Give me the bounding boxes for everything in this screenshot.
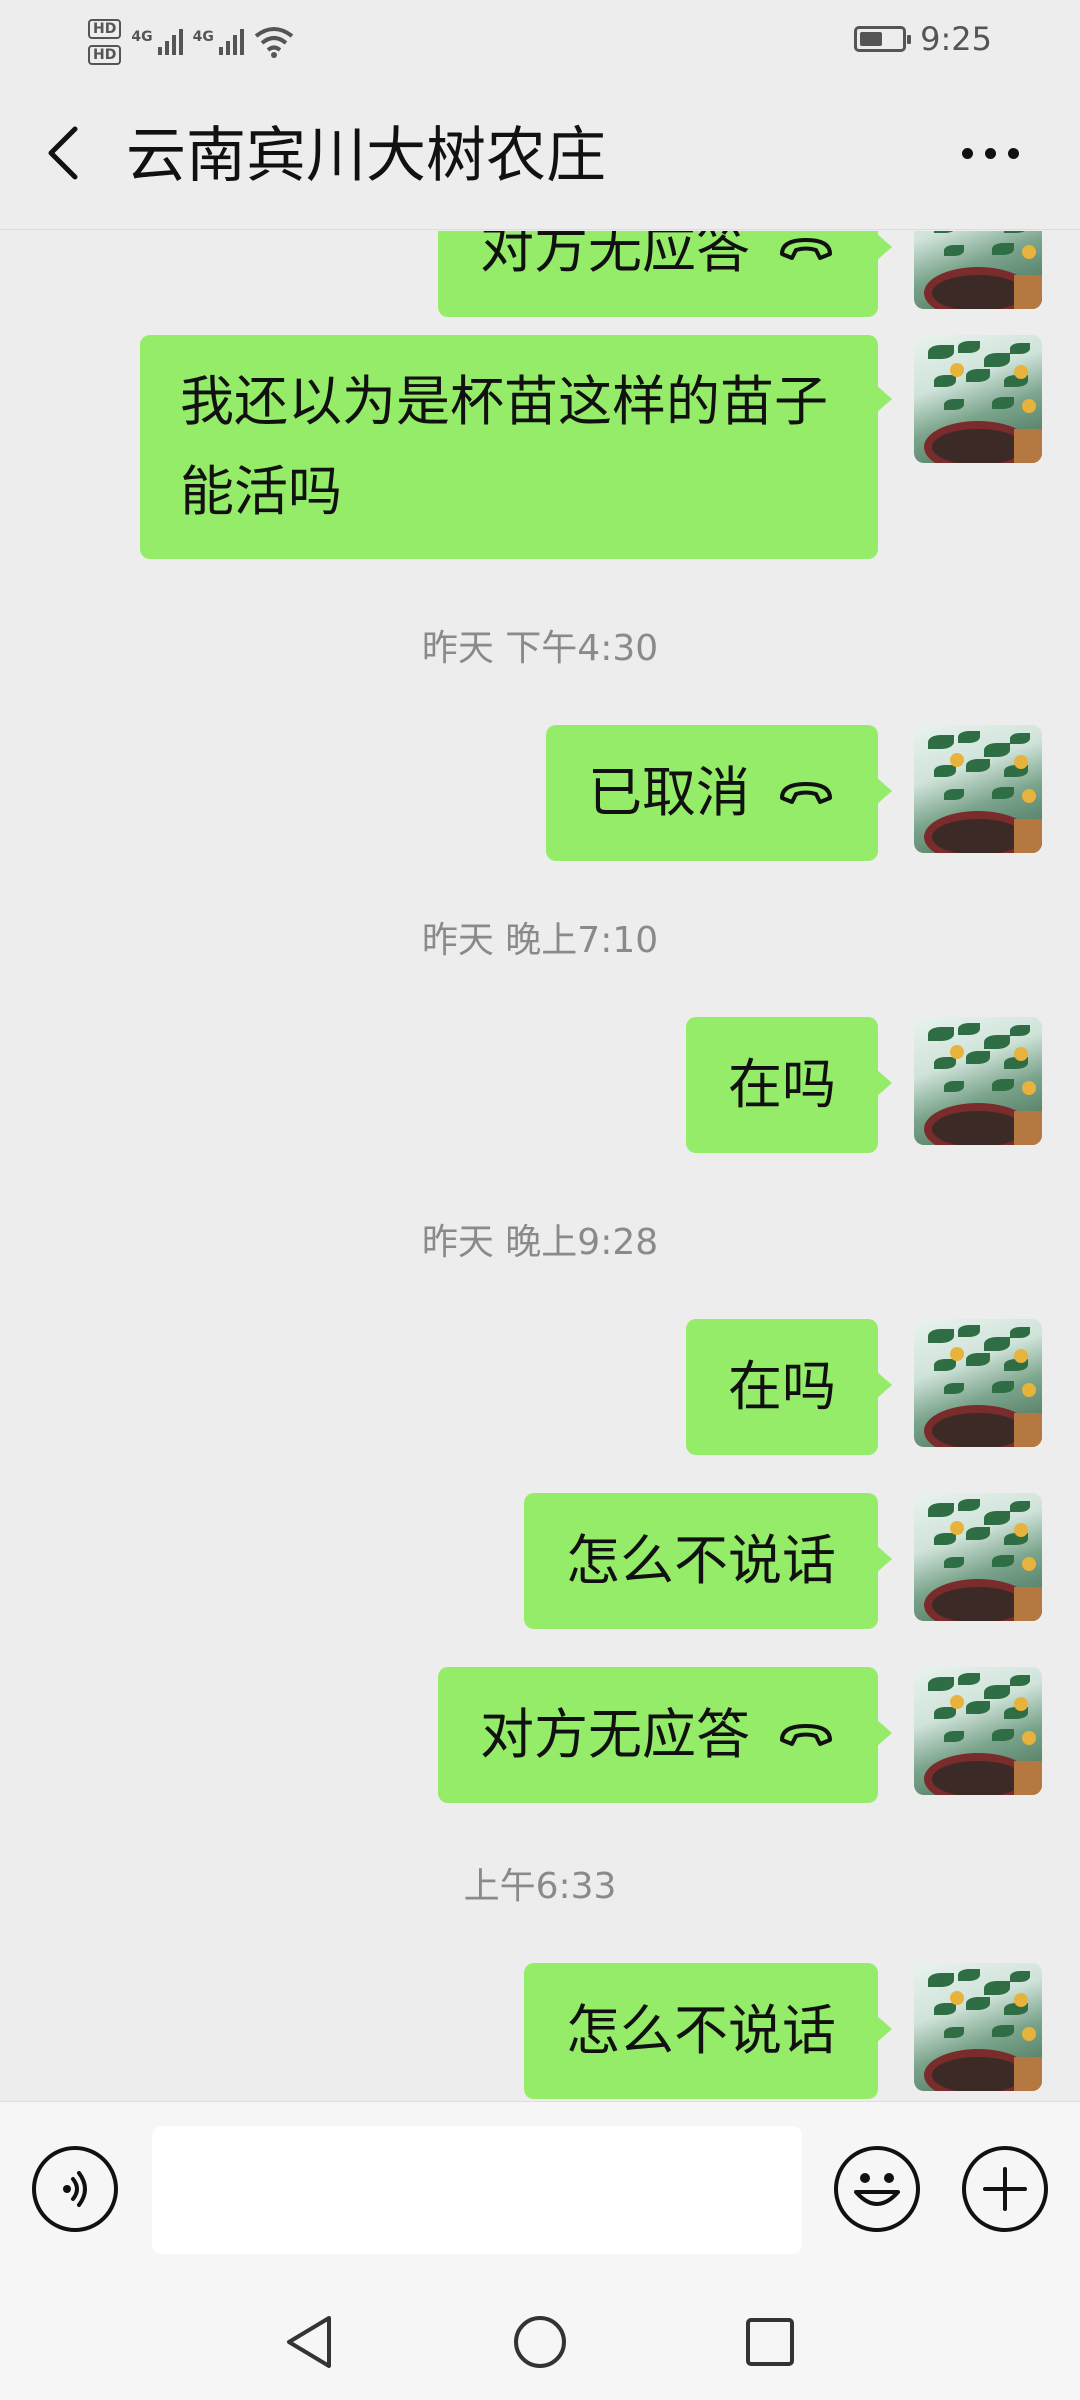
- network-type-1: 4G: [131, 29, 153, 45]
- message-text: 我还以为是杯苗这样的苗子能活吗: [180, 370, 828, 523]
- message-text: 对方无应答: [480, 1703, 750, 1766]
- message-bubble[interactable]: 已取消: [546, 725, 892, 861]
- phone-hangup-icon: [780, 1724, 832, 1747]
- chevron-left-icon: [48, 126, 78, 180]
- avatar[interactable]: [914, 1667, 1042, 1795]
- avatar[interactable]: [914, 335, 1042, 463]
- message-row: 对方无应答: [438, 1667, 1042, 1803]
- message-row: 对方无应答: [438, 231, 1042, 317]
- message-list[interactable]: 对方无应答 我还以为是杯苗这样的苗子能活吗 昨天 下午4:30 已取消 昨天 晚…: [0, 231, 1080, 2101]
- wifi-icon: [254, 27, 294, 58]
- hd-badge-1: HD: [88, 19, 122, 39]
- message-bubble[interactable]: 对方无应答: [438, 231, 892, 317]
- hd-badge-2: HD: [88, 45, 122, 65]
- message-row: 怎么不说话: [524, 1493, 1042, 1629]
- timestamp: 上午6:33: [463, 1866, 617, 1907]
- square-recents-icon: [746, 2318, 794, 2366]
- system-nav-bar: [0, 2283, 1080, 2400]
- plus-button[interactable]: [962, 2146, 1048, 2232]
- avatar[interactable]: [914, 1017, 1042, 1145]
- message-row: 我还以为是杯苗这样的苗子能活吗: [140, 335, 1042, 559]
- message-bubble[interactable]: 在吗: [686, 1319, 892, 1455]
- message-bubble[interactable]: 对方无应答: [438, 1667, 892, 1803]
- input-bar: [0, 2101, 1080, 2283]
- avatar[interactable]: [914, 725, 1042, 853]
- signal-icon: 4G: [131, 29, 183, 55]
- phone-hangup-icon: [780, 238, 832, 261]
- phone-hangup-icon: [780, 782, 832, 805]
- status-left: HD HD 4G 4G: [88, 12, 294, 72]
- message-row: 已取消: [546, 725, 1042, 861]
- message-row: 在吗: [686, 1319, 1042, 1455]
- avatar[interactable]: [914, 231, 1042, 309]
- nav-back-button[interactable]: [274, 2307, 344, 2377]
- circle-home-icon: [514, 2316, 566, 2368]
- voice-icon: [63, 2171, 87, 2207]
- battery-icon: [854, 26, 912, 52]
- more-dots-icon: [961, 147, 973, 159]
- timestamp: 昨天 晚上9:28: [421, 1222, 659, 1263]
- nav-home-button[interactable]: [505, 2307, 575, 2377]
- more-button[interactable]: [940, 118, 1040, 188]
- message-input[interactable]: [152, 2126, 802, 2254]
- message-text: 在吗: [728, 1053, 836, 1116]
- message-text: 对方无应答: [480, 231, 750, 280]
- clock: 9:25: [920, 20, 992, 58]
- emoji-button[interactable]: [834, 2146, 920, 2232]
- message-text: 怎么不说话: [566, 1529, 836, 1592]
- status-bar: HD HD 4G 4G 9:25: [0, 0, 1080, 78]
- chat-header: 云南宾川大树农庄: [0, 78, 1080, 230]
- message-row: 怎么不说话: [524, 1963, 1042, 2099]
- signal-icon-2: 4G: [193, 29, 244, 55]
- avatar[interactable]: [914, 1319, 1042, 1447]
- message-text: 已取消: [588, 761, 750, 824]
- message-text: 怎么不说话: [566, 1999, 836, 2062]
- status-right: 9:25: [854, 14, 992, 64]
- timestamp: 昨天 下午4:30: [421, 628, 659, 669]
- avatar[interactable]: [914, 1493, 1042, 1621]
- chat-title: 云南宾川大树农庄: [126, 121, 606, 191]
- message-bubble[interactable]: 怎么不说话: [524, 1963, 892, 2099]
- message-text: 在吗: [728, 1355, 836, 1418]
- message-row: 在吗: [686, 1017, 1042, 1153]
- chat-screen: HD HD 4G 4G 9:25 云南宾川大树农庄 对方无应答 我还以为是杯苗这…: [0, 0, 1080, 2400]
- avatar[interactable]: [914, 1963, 1042, 2091]
- timestamp: 昨天 晚上7:10: [421, 920, 659, 961]
- back-button[interactable]: [28, 118, 98, 188]
- emoji-icon: [854, 2173, 900, 2206]
- triangle-back-icon: [287, 2316, 331, 2368]
- message-bubble[interactable]: 我还以为是杯苗这样的苗子能活吗: [140, 335, 892, 559]
- message-bubble[interactable]: 在吗: [686, 1017, 892, 1153]
- message-bubble[interactable]: 怎么不说话: [524, 1493, 892, 1629]
- nav-recents-button[interactable]: [735, 2307, 805, 2377]
- network-type-2: 4G: [192, 29, 214, 45]
- plus-icon: [983, 2167, 1027, 2211]
- voice-button[interactable]: [32, 2146, 118, 2232]
